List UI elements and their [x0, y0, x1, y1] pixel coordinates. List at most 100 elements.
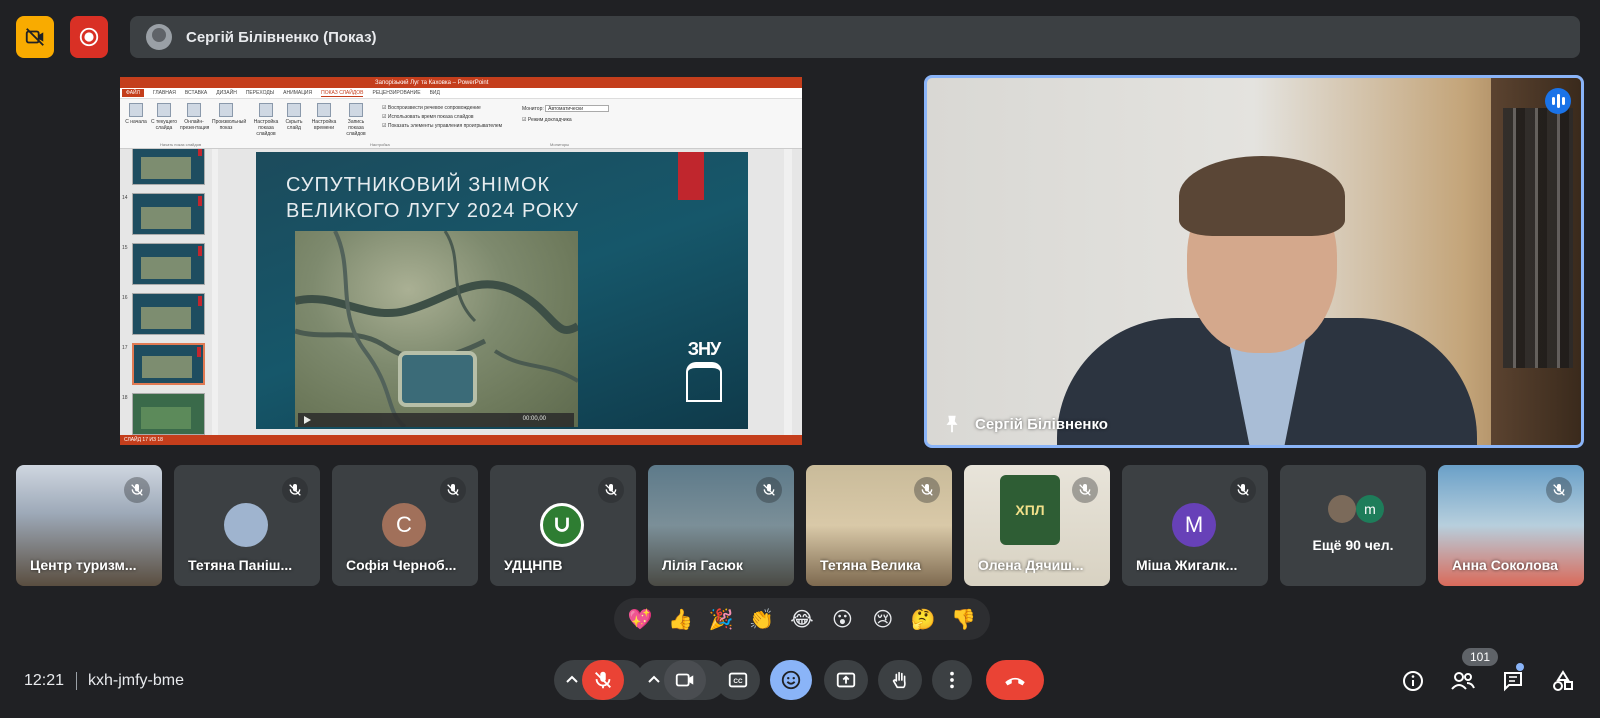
chat-icon: [1504, 672, 1522, 692]
check-timings[interactable]: ☑ Использовать время показа слайдов: [382, 114, 474, 120]
slide-counter: СЛАЙД 17 ИЗ 18: [124, 437, 163, 443]
slideshow-icon: [129, 103, 143, 117]
participant-tile[interactable]: Тетяна Паніш...: [174, 465, 320, 586]
recording-indicator-button[interactable]: [70, 16, 108, 58]
current-slide[interactable]: СУПУТНИКОВИЙ ЗНІМОК ВЕЛИКОГО ЛУГУ 2024 Р…: [256, 152, 748, 429]
participant-tile[interactable]: M Міша Жигалк...: [1122, 465, 1268, 586]
slide-thumbnail[interactable]: [132, 193, 205, 235]
meet-window: Сергій Білівненко (Показ) Запорізький Лу…: [0, 0, 1600, 718]
ribbon-record[interactable]: Запись показа слайдов: [342, 103, 370, 137]
mic-off-icon: [756, 477, 782, 503]
reaction-sad[interactable]: 😢: [865, 601, 901, 637]
more-avatars: m: [1328, 495, 1384, 523]
powerpoint-statusbar: СЛАЙД 17 ИЗ 18: [120, 435, 802, 445]
mic-off-icon: [1072, 477, 1098, 503]
reactions-bar: 💖 👍 🎉 👏 😂 😮 😢 🤔 👎: [614, 598, 990, 640]
present-screen-button[interactable]: [824, 660, 868, 700]
participant-tile[interactable]: ХПЛ Олена Дячиш...: [964, 465, 1110, 586]
tab-view[interactable]: ВИД: [430, 90, 440, 96]
slide-thumbnail[interactable]: [132, 393, 205, 435]
ribbon-custom[interactable]: Произвольный показ: [212, 103, 246, 131]
ribbon-online[interactable]: Онлайн-презентация: [180, 103, 209, 131]
reaction-laugh[interactable]: 😂: [784, 601, 820, 637]
slide-thumbnails: 13 14 15 16 17: [120, 149, 218, 435]
tab-home[interactable]: ГЛАВНАЯ: [153, 90, 176, 96]
leave-call-button[interactable]: [986, 660, 1044, 700]
camera-options-button[interactable]: [642, 668, 666, 697]
camera-toggle-button[interactable]: [664, 660, 706, 700]
setup-icon: [259, 103, 273, 117]
thumbnail-row[interactable]: 18: [122, 393, 214, 435]
monitor-select[interactable]: Монитор: Автоматически: [522, 105, 610, 112]
participant-name: Лілія Гасюк: [662, 557, 743, 573]
online-icon: [187, 103, 201, 117]
mic-options-button[interactable]: [560, 668, 584, 697]
captions-button[interactable]: CC: [716, 660, 760, 700]
participant-name: Олена Дячиш...: [978, 557, 1084, 573]
shared-screen[interactable]: Запорізький Луг та Каховка – PowerPoint …: [120, 77, 802, 445]
check-narration[interactable]: ☑ Воспроизвести речевое сопровождение: [382, 105, 481, 111]
thumbnail-row[interactable]: 13: [122, 149, 214, 189]
participant-name: Центр туризм...: [30, 557, 137, 573]
reaction-thinking[interactable]: 🤔: [905, 601, 941, 637]
more-participants-tile[interactable]: m Ещё 90 чел.: [1280, 465, 1426, 586]
tab-slideshow[interactable]: ПОКАЗ СЛАЙДОВ: [321, 90, 364, 97]
thumbnail-row[interactable]: 15: [122, 243, 214, 289]
check-controls[interactable]: ☑ Показать элементы управления проигрыва…: [382, 123, 502, 129]
participant-tile[interactable]: Центр туризм...: [16, 465, 162, 586]
slide-thumbnail[interactable]: [132, 293, 205, 335]
mic-off-icon: [124, 477, 150, 503]
slide-thumbnail[interactable]: [132, 149, 205, 185]
tab-file[interactable]: ФАЙЛ: [122, 89, 144, 97]
mic-off-icon: [595, 671, 611, 689]
more-options-button[interactable]: [932, 660, 972, 700]
thumbnail-row[interactable]: 14: [122, 193, 214, 239]
chat-button[interactable]: [1500, 668, 1526, 694]
ribbon-setup[interactable]: Настройка показа слайдов: [252, 103, 280, 137]
record-show-icon: [349, 103, 363, 117]
play-icon[interactable]: [304, 416, 311, 424]
tab-insert[interactable]: ВСТАВКА: [185, 90, 207, 96]
reaction-clap[interactable]: 👏: [744, 601, 780, 637]
powerpoint-titlebar: Запорізький Луг та Каховка – PowerPoint: [120, 77, 802, 88]
editor-body: 13 14 15 16 17: [120, 149, 802, 435]
reactions-button[interactable]: [770, 660, 812, 700]
camera-off-indicator-button[interactable]: [16, 16, 54, 58]
avatar-initial: С: [382, 503, 426, 547]
ribbon-from-start[interactable]: С начала: [122, 103, 150, 125]
ribbon-from-current[interactable]: С текущего слайда: [150, 103, 178, 131]
tab-review[interactable]: РЕЦЕНЗИРОВАНИЕ: [372, 90, 420, 96]
people-button[interactable]: [1450, 668, 1476, 694]
participant-tile[interactable]: Лілія Гасюк: [648, 465, 794, 586]
reaction-surprised[interactable]: 😮: [824, 601, 860, 637]
reaction-party[interactable]: 🎉: [703, 601, 739, 637]
participant-tile[interactable]: С Софія Черноб...: [332, 465, 478, 586]
raise-hand-button[interactable]: [878, 660, 922, 700]
participant-tile[interactable]: УДЦНПВ: [490, 465, 636, 586]
tab-transitions[interactable]: ПЕРЕХОДЫ: [246, 90, 274, 96]
tab-animation[interactable]: АНИМАЦИЯ: [283, 90, 312, 96]
pin-icon[interactable]: [941, 413, 963, 435]
slide-scrollbar[interactable]: [784, 149, 792, 435]
organization-logo: [540, 503, 584, 547]
video-controls[interactable]: 00:00,00: [298, 413, 574, 427]
presenter-bar[interactable]: Сергій Білівненко (Показ): [130, 16, 1580, 58]
check-presenter-view[interactable]: ☑ Режим докладчика: [522, 117, 572, 123]
ribbon-hide-slide[interactable]: Скрыть слайд: [280, 103, 308, 131]
meeting-details-button[interactable]: [1400, 668, 1426, 694]
reaction-heart[interactable]: 💖: [622, 601, 658, 637]
slide-thumbnail[interactable]: [132, 243, 205, 285]
thumbnail-row[interactable]: 16: [122, 293, 214, 339]
speaker-tile[interactable]: Сергій Білівненко: [924, 75, 1584, 448]
participant-tile[interactable]: Анна Соколова: [1438, 465, 1584, 586]
activities-button[interactable]: [1550, 668, 1576, 694]
mic-toggle-button[interactable]: [582, 660, 624, 700]
participant-tile[interactable]: Тетяна Велика: [806, 465, 952, 586]
reaction-thumbs-down[interactable]: 👎: [946, 601, 982, 637]
tab-design[interactable]: ДИЗАЙН: [216, 90, 237, 96]
reaction-thumbs-up[interactable]: 👍: [663, 601, 699, 637]
thumbnail-row[interactable]: 17: [122, 343, 214, 389]
participant-count-badge: 101: [1462, 648, 1498, 666]
ribbon-timing[interactable]: Настройка времени: [310, 103, 338, 131]
slide-thumbnail-selected[interactable]: [132, 343, 205, 385]
